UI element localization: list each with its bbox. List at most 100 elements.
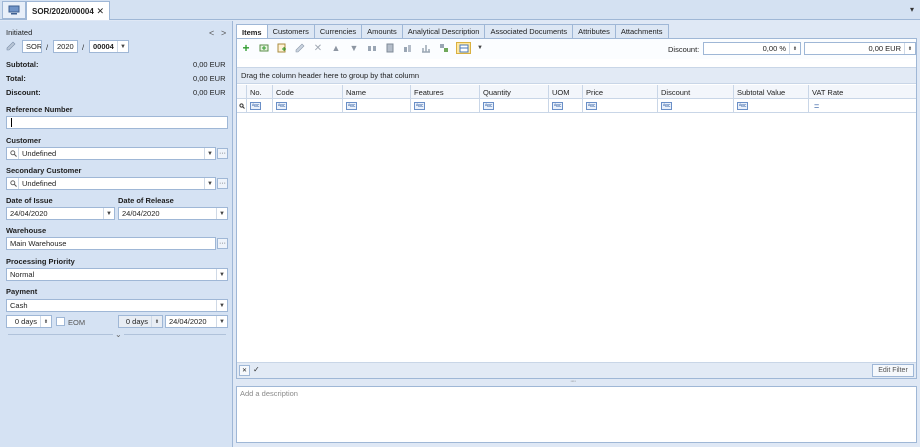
column-header-quantity[interactable]: Quantity — [480, 85, 549, 99]
filter-row: ᴬʙᴄ ᴬʙᴄ ᴬʙᴄ ᴬʙᴄ ᴬʙᴄ ᴬʙᴄ ᴬʙᴄ ᴬʙᴄ ᴬʙᴄ = — [237, 99, 916, 113]
grid-header: No. Code Name Features Quantity UOM Pric… — [237, 85, 916, 99]
column-header-name[interactable]: Name — [343, 85, 411, 99]
add-from-list-icon[interactable] — [258, 42, 270, 54]
filter-cell-quantity[interactable]: ᴬʙᴄ — [480, 99, 549, 113]
secondary-customer-field[interactable]: Undefined ▼ — [6, 177, 216, 190]
filter-cell-code[interactable]: ᴬʙᴄ — [273, 99, 343, 113]
filter-cell-no[interactable]: ᴬʙᴄ — [247, 99, 273, 113]
tab-strip: Items Customers Currencies Amounts Analy… — [236, 24, 669, 39]
document-tab[interactable]: SOR/2020/00004 ✕ — [26, 1, 110, 20]
payment-days-field-2[interactable]: 0 days ⬍ — [118, 315, 163, 328]
tab-attributes[interactable]: Attributes — [572, 24, 616, 38]
nav-prev-icon[interactable]: < — [209, 28, 214, 38]
chevron-down-icon[interactable]: ▼ — [216, 316, 227, 327]
collapse-chevron-icon[interactable]: ⌄ — [113, 330, 124, 339]
processing-priority-select[interactable]: Normal ▼ — [6, 268, 228, 281]
date-of-release-value: 24/04/2020 — [122, 209, 160, 218]
date-of-release-field[interactable]: 24/04/2020 ▼ — [118, 207, 228, 220]
tab-attachments[interactable]: Attachments — [614, 24, 669, 38]
warehouse-more-button[interactable]: ··· — [217, 238, 228, 249]
number-value-field[interactable]: 00004 ▼ — [89, 40, 129, 53]
chevron-down-icon[interactable]: ▼ — [204, 178, 215, 189]
customer-label: Customer — [6, 136, 42, 145]
filter-cell-price[interactable]: ᴬʙᴄ — [583, 99, 658, 113]
clear-filter-button[interactable]: ✕ — [239, 365, 250, 376]
splitter-handle[interactable]: ···· — [570, 378, 576, 385]
spin-icon[interactable]: ⬍ — [789, 43, 800, 54]
column-header-vat-rate[interactable]: VAT Rate — [809, 85, 916, 99]
stock-icon[interactable] — [402, 42, 414, 54]
tab-menu-arrow-icon[interactable]: ▾ — [910, 5, 914, 14]
attributes-icon[interactable] — [438, 42, 450, 54]
eom-checkbox[interactable] — [56, 317, 65, 326]
filter-cell-features[interactable]: ᴬʙᴄ — [411, 99, 480, 113]
home-icon[interactable] — [2, 1, 26, 19]
discount-percent-field[interactable]: 0,00 % ⬍ — [703, 42, 801, 55]
add-multiple-icon[interactable] — [276, 42, 288, 54]
spin-icon[interactable]: ⬍ — [904, 43, 915, 54]
column-header-subtotal-value[interactable]: Subtotal Value — [734, 85, 809, 99]
column-header-code[interactable]: Code — [273, 85, 343, 99]
filter-cell-name[interactable]: ᴬʙᴄ — [343, 99, 411, 113]
spin-icon[interactable]: ⬍ — [151, 316, 162, 327]
edit-filter-button[interactable]: Edit Filter — [872, 364, 914, 377]
payment-days-field[interactable]: 0 days ⬍ — [6, 315, 52, 328]
number-prefix[interactable]: SOR — [22, 40, 42, 53]
tab-customers[interactable]: Customers — [266, 24, 315, 38]
chevron-down-icon[interactable]: ▼ — [477, 42, 483, 54]
chevron-down-icon[interactable]: ▼ — [216, 208, 227, 219]
payment-select[interactable]: Cash ▼ — [6, 299, 228, 312]
apply-filter-check-icon[interactable]: ✓ — [253, 365, 260, 374]
tab-associated-documents[interactable]: Associated Documents — [484, 24, 574, 38]
tab-amounts[interactable]: Amounts — [361, 24, 403, 38]
column-header-price[interactable]: Price — [583, 85, 658, 99]
chart-icon[interactable] — [420, 42, 432, 54]
add-icon[interactable]: + — [240, 41, 252, 55]
secondary-customer-more-button[interactable]: ··· — [217, 178, 228, 189]
chevron-down-icon[interactable]: ▼ — [117, 41, 128, 52]
spin-icon[interactable]: ⬍ — [40, 316, 51, 327]
date-of-issue-label: Date of Issue — [6, 196, 53, 205]
chevron-down-icon[interactable]: ▼ — [216, 269, 227, 280]
discount-amount-field[interactable]: 0,00 EUR ⬍ — [804, 42, 916, 55]
search-icon[interactable] — [8, 178, 19, 189]
payment-date-field[interactable]: 24/04/2020 ▼ — [165, 315, 228, 328]
search-icon[interactable] — [8, 148, 19, 159]
date-of-issue-field[interactable]: 24/04/2020 ▼ — [6, 207, 115, 220]
warehouse-field[interactable]: Main Warehouse — [6, 237, 216, 250]
tab-analytical-description[interactable]: Analytical Description — [401, 24, 486, 38]
chevron-down-icon[interactable]: ▼ — [204, 148, 215, 159]
column-header-uom[interactable]: UOM — [549, 85, 583, 99]
number-year[interactable]: 2020 — [53, 40, 78, 53]
customer-more-button[interactable]: ··· — [217, 148, 228, 159]
tab-currencies[interactable]: Currencies — [313, 24, 363, 38]
split-icon[interactable] — [366, 42, 378, 54]
nav-next-icon[interactable]: > — [221, 28, 226, 38]
processing-priority-value: Normal — [10, 270, 35, 279]
customer-field[interactable]: Undefined ▼ — [6, 147, 216, 160]
warehouse-label: Warehouse — [6, 226, 47, 235]
chevron-down-icon[interactable]: ▼ — [216, 300, 227, 311]
filter-cell-subtotal-value[interactable]: ᴬʙᴄ — [734, 99, 809, 113]
column-header-no[interactable]: No. — [247, 85, 273, 99]
column-header-features[interactable]: Features — [411, 85, 480, 99]
number-value: 00004 — [93, 42, 114, 51]
calculator-icon[interactable] — [384, 42, 396, 54]
move-down-icon[interactable]: ▼ — [348, 42, 360, 54]
toolbar-icons: + ✕ ▲ ▼ ▼ — [240, 41, 483, 55]
edit-icon[interactable] — [294, 42, 306, 54]
description-textarea[interactable]: Add a description — [236, 386, 917, 443]
reference-input[interactable] — [6, 116, 228, 129]
view-options-icon[interactable] — [456, 42, 471, 54]
delete-icon[interactable]: ✕ — [312, 42, 324, 54]
move-up-icon[interactable]: ▲ — [330, 42, 342, 54]
chevron-down-icon[interactable]: ▼ — [103, 208, 114, 219]
column-header-discount[interactable]: Discount — [658, 85, 734, 99]
filter-cell-vat-rate[interactable]: = — [809, 99, 916, 113]
filter-cell-discount[interactable]: ᴬʙᴄ — [658, 99, 734, 113]
close-icon[interactable]: ✕ — [96, 6, 104, 17]
group-by-panel[interactable]: Drag the column header here to group by … — [237, 67, 916, 84]
edit-number-icon[interactable] — [6, 41, 16, 53]
tab-items[interactable]: Items — [236, 24, 268, 39]
filter-cell-uom[interactable]: ᴬʙᴄ — [549, 99, 583, 113]
